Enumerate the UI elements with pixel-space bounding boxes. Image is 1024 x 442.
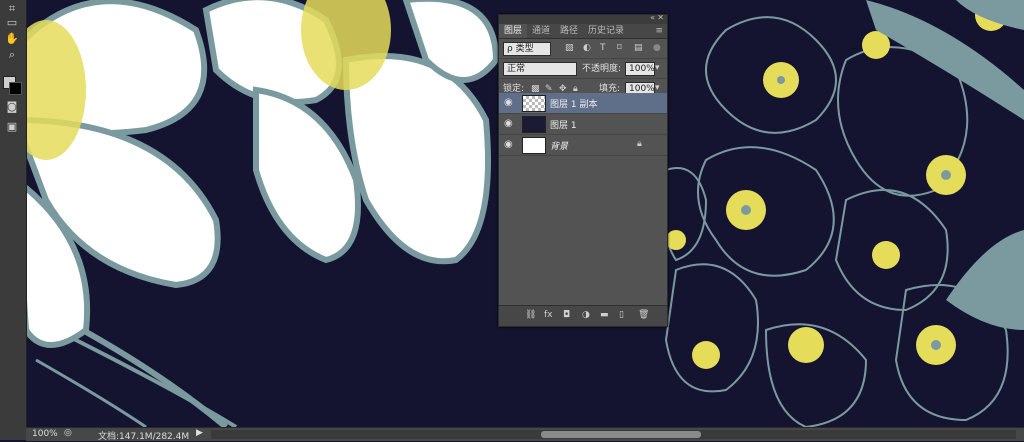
layers-panel: « ✕ 图层 通道 路径 历史记录 ≡ ρ 类型 ▨ ◐ T ⌑ ▤ ● 正常 … xyxy=(498,13,668,327)
link-layers-icon[interactable]: ⛓ xyxy=(525,310,536,320)
blend-row: 正常 不透明度: 100% ▾ xyxy=(499,59,667,79)
shape-filter-icon[interactable]: ⌑ xyxy=(617,42,622,54)
adjustment-layer-icon[interactable]: ◑ xyxy=(582,310,590,320)
screen-mode-icon[interactable]: ▣ xyxy=(4,120,20,134)
layer-row[interactable]: ◉ 图层 1 副本 xyxy=(499,93,667,114)
new-group-icon[interactable]: ▬ xyxy=(600,310,609,320)
opacity-input[interactable]: 100% xyxy=(625,62,655,76)
layer-list: ◉ 图层 1 副本 ◉ 图层 1 ◉ 背景 🔒︎ xyxy=(499,93,667,305)
layer-name: 图层 1 xyxy=(550,121,577,131)
filter-row: ρ 类型 ▨ ◐ T ⌑ ▤ ● xyxy=(499,39,667,59)
zoom-level[interactable]: 100% xyxy=(32,429,58,439)
lock-icon: 🔒︎ xyxy=(637,139,642,149)
visibility-eye-icon[interactable]: ◉ xyxy=(504,97,513,108)
hand-icon[interactable]: ✋ xyxy=(4,32,20,46)
marquee-icon[interactable]: ⌗ xyxy=(4,2,20,16)
tab-layers[interactable]: 图层 xyxy=(499,24,528,38)
filter-toggle-icon[interactable]: ● xyxy=(653,42,661,54)
delete-layer-icon[interactable]: 🗑︎ xyxy=(638,310,649,320)
image-filter-icon[interactable]: ▨ xyxy=(565,42,574,54)
color-swatch[interactable] xyxy=(3,66,22,95)
panel-menu-icon[interactable]: ≡ xyxy=(655,24,663,38)
tools-panel: ⌗ ▭ ✋ ⌕ ◙ ▣ xyxy=(0,0,27,440)
horizontal-scrollbar[interactable] xyxy=(211,430,1016,439)
tab-history[interactable]: 历史记录 xyxy=(583,24,629,38)
visibility-eye-icon[interactable]: ◉ xyxy=(504,118,513,129)
layer-row[interactable]: ◉ 图层 1 xyxy=(499,114,667,135)
status-bar: 100% ◎ 文档:147.1M/282.4M ▶ xyxy=(26,427,1024,442)
layer-name: 图层 1 副本 xyxy=(550,100,598,110)
close-icon[interactable]: ✕ xyxy=(657,13,664,22)
layer-row[interactable]: ◉ 背景 🔒︎ xyxy=(499,135,667,156)
layer-name: 背景 xyxy=(550,142,569,152)
opacity-dropdown-icon[interactable]: ▾ xyxy=(655,62,660,74)
zoom-icon[interactable]: ⌕ xyxy=(4,48,20,62)
panel-footer: ⛓ fx ◘ ◑ ▬ ▯ 🗑︎ xyxy=(499,305,667,326)
layer-thumbnail xyxy=(522,95,546,112)
panel-tabs: 图层 通道 路径 历史记录 ≡ xyxy=(499,24,667,39)
visibility-eye-icon[interactable]: ◉ xyxy=(504,139,513,150)
lasso-icon[interactable]: ▭ xyxy=(4,16,20,30)
add-mask-icon[interactable]: ◘ xyxy=(563,310,570,320)
tab-channels[interactable]: 通道 xyxy=(527,24,555,38)
opacity-label: 不透明度: xyxy=(582,64,622,74)
scrollbar-thumb[interactable] xyxy=(541,431,701,438)
tab-paths[interactable]: 路径 xyxy=(555,24,583,38)
panel-titlebar: « ✕ xyxy=(499,13,667,24)
type-filter-icon[interactable]: T xyxy=(600,42,606,54)
layer-thumbnail xyxy=(522,116,546,133)
layer-thumbnail xyxy=(522,137,546,154)
status-menu-arrow-icon[interactable]: ▶ xyxy=(196,428,203,438)
doc-info: 文档:147.1M/282.4M xyxy=(98,432,190,442)
blend-mode-select[interactable]: 正常 xyxy=(503,62,577,76)
mask-icon[interactable]: ◙ xyxy=(4,100,20,114)
adjustment-filter-icon[interactable]: ◐ xyxy=(583,42,591,54)
smart-object-filter-icon[interactable]: ▤ xyxy=(634,42,643,54)
collapse-icon[interactable]: « xyxy=(650,13,655,22)
new-layer-icon[interactable]: ▯ xyxy=(619,310,624,320)
status-info-icon[interactable]: ◎ xyxy=(64,428,72,438)
filter-kind-select[interactable]: ρ 类型 xyxy=(503,42,551,56)
fx-icon[interactable]: fx xyxy=(544,310,553,320)
